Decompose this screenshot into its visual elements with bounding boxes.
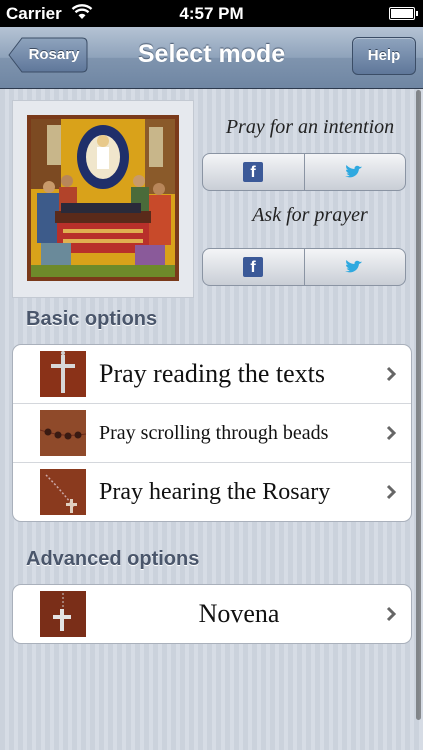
- intention-twitter-button[interactable]: [304, 154, 405, 190]
- twitter-icon: [345, 260, 362, 273]
- option-pray-hearing-rosary[interactable]: Pray hearing the Rosary: [13, 463, 411, 521]
- rosary-thumbnail: [40, 469, 86, 515]
- chevron-right-icon: [386, 425, 397, 441]
- option-pray-scrolling-beads[interactable]: Pray scrolling through beads: [13, 404, 411, 463]
- rosary-cross-thumbnail: [40, 591, 86, 637]
- status-time: 4:57 PM: [179, 4, 244, 23]
- chevron-right-icon: [386, 484, 397, 500]
- option-label: Pray hearing the Rosary: [99, 479, 331, 505]
- dormition-icon-image: [27, 115, 179, 281]
- prayer-share-control: f: [202, 248, 406, 286]
- advanced-options-list: Novena: [12, 584, 412, 644]
- option-pray-reading-texts[interactable]: Pray reading the texts: [13, 345, 411, 404]
- basic-options-header: Basic options: [26, 308, 158, 330]
- facebook-icon: f: [243, 257, 263, 277]
- advanced-options-header: Advanced options: [26, 548, 200, 570]
- navigation-bar: Rosary Select mode Help: [0, 27, 423, 89]
- prayer-twitter-button[interactable]: [304, 249, 405, 285]
- scroll-indicator[interactable]: [416, 90, 421, 720]
- intention-facebook-button[interactable]: f: [203, 154, 304, 190]
- basic-options-list: Pray reading the texts Pray scrolling th…: [12, 344, 412, 522]
- intention-share-control: f: [202, 153, 406, 191]
- twitter-icon: [345, 165, 362, 178]
- prayer-facebook-button[interactable]: f: [203, 249, 304, 285]
- chevron-right-icon: [386, 606, 397, 622]
- icon-painting-frame: [12, 100, 194, 298]
- ask-for-prayer-caption: Ask for prayer: [252, 204, 368, 226]
- option-label: Pray reading the texts: [99, 359, 325, 388]
- option-label: Novena: [198, 599, 280, 628]
- battery-icon: [389, 7, 418, 20]
- option-label: Pray scrolling through beads: [99, 422, 329, 444]
- crucifix-thumbnail: [40, 351, 86, 397]
- option-novena[interactable]: Novena: [13, 585, 411, 643]
- chevron-right-icon: [386, 366, 397, 382]
- status-bar: Carrier 4:57 PM: [0, 0, 423, 27]
- beads-thumbnail: [40, 410, 86, 456]
- pray-for-intention-caption: Pray for an intention: [225, 116, 395, 138]
- facebook-icon: f: [243, 162, 263, 182]
- help-button[interactable]: Help: [352, 37, 416, 75]
